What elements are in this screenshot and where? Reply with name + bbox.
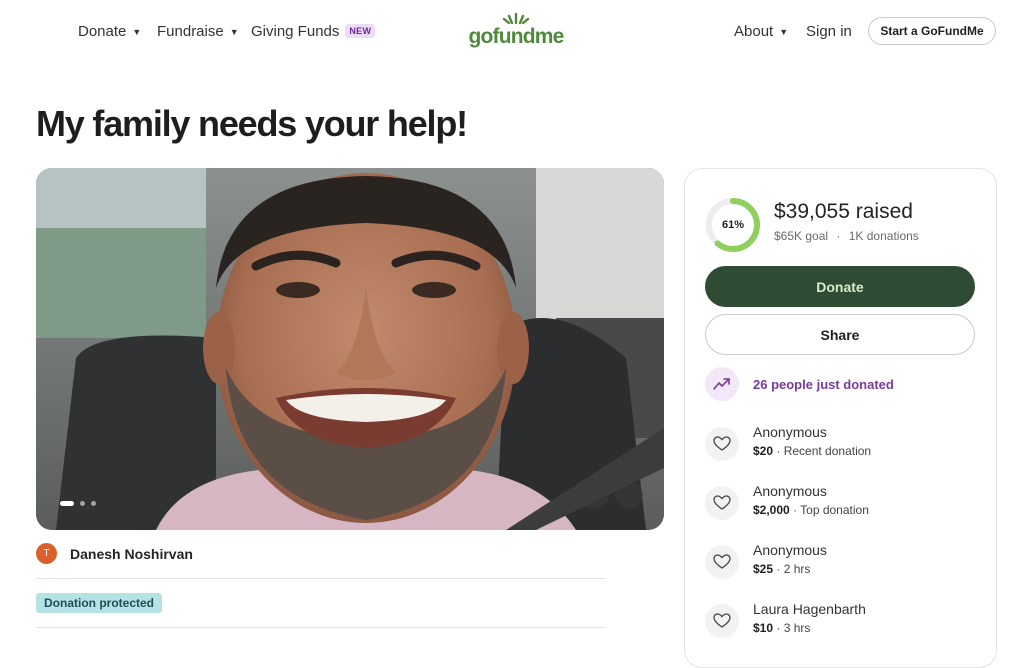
donation-count: 1K donations: [848, 229, 919, 243]
donation-list-item: Anonymous $2,000 · Top donation: [705, 482, 869, 520]
share-button[interactable]: Share: [705, 314, 975, 355]
campaign-photo[interactable]: [36, 168, 664, 530]
nav-about-label: About: [734, 22, 774, 40]
divider: [36, 627, 606, 628]
heart-hand-icon: [705, 427, 739, 461]
nav-donate-label: Donate: [78, 22, 127, 40]
sign-in-label: Sign in: [806, 22, 852, 40]
chevron-down-icon: ▼: [229, 26, 239, 37]
progress-percent: 61%: [721, 219, 745, 231]
organizer-name: Danesh Noshirvan: [70, 545, 193, 562]
carousel-dot-active[interactable]: [60, 501, 74, 506]
separator: ·: [836, 229, 841, 243]
donor-name: Anonymous: [753, 483, 827, 499]
gofundme-logo[interactable]: gofundme: [468, 12, 564, 48]
donation-card: 61% $39,055 raised $65K goal · 1K donati…: [684, 168, 997, 668]
heart-hand-icon: [705, 545, 739, 579]
donation-note: · 3 hrs: [773, 621, 811, 635]
photo-of-man-in-car-icon: [36, 168, 664, 530]
carousel-dot[interactable]: [80, 501, 85, 506]
trending-up-icon: [705, 367, 739, 401]
organizer-row[interactable]: T Danesh Noshirvan: [36, 543, 193, 564]
heart-hand-icon: [705, 486, 739, 520]
site-header: Donate ▼ Fundraise ▼ Giving Funds NEW go…: [0, 0, 1024, 62]
carousel-dot[interactable]: [91, 501, 96, 506]
donation-amount: $10: [753, 621, 774, 635]
donation-meta: $20 · Recent donation: [753, 442, 871, 460]
donation-note: · 2 hrs: [773, 562, 811, 576]
start-gofundme-button[interactable]: Start a GoFundMe: [868, 17, 996, 45]
new-badge: NEW: [345, 24, 376, 38]
nav-fundraise[interactable]: Fundraise ▼: [157, 20, 239, 42]
heart-hand-icon: [705, 604, 739, 638]
donate-button[interactable]: Donate: [705, 266, 975, 307]
donation-list-item: Laura Hagenbarth $10 · 3 hrs: [705, 600, 866, 638]
chevron-down-icon: ▼: [779, 26, 789, 37]
avatar: T: [36, 543, 57, 564]
donation-protected-badge[interactable]: Donation protected: [36, 593, 162, 613]
donation-list-item: Anonymous $20 · Recent donation: [705, 423, 871, 461]
sprout-icon: [502, 12, 530, 24]
nav-about[interactable]: About ▼: [734, 20, 788, 42]
nav-fundraise-label: Fundraise: [157, 22, 224, 40]
nav-giving-funds-label: Giving Funds: [251, 22, 340, 40]
carousel-indicator[interactable]: [60, 501, 96, 506]
donation-amount: $2,000: [753, 503, 790, 517]
page-title: My family needs your help!: [36, 103, 468, 144]
sign-in-link[interactable]: Sign in: [806, 20, 852, 42]
donation-amount: $25: [753, 562, 774, 576]
donation-meta: $2,000 · Top donation: [753, 501, 869, 519]
trending-text: 26 people just donated: [753, 376, 894, 392]
donation-note: · Top donation: [789, 503, 869, 517]
divider: [36, 578, 606, 579]
donation-meta: $25 · 2 hrs: [753, 560, 827, 578]
donation-protected-label: Donation protected: [44, 596, 154, 610]
donation-list-item: Anonymous $25 · 2 hrs: [705, 541, 827, 579]
logo-text: gofundme: [468, 25, 564, 48]
donation-meta: $10 · 3 hrs: [753, 619, 866, 637]
carousel-previous-button[interactable]: [581, 481, 609, 509]
donation-note: · Recent donation: [773, 444, 872, 458]
goal-summary: $65K goal · 1K donations: [774, 229, 919, 243]
donor-name: Laura Hagenbarth: [753, 601, 866, 617]
nav-donate[interactable]: Donate ▼: [78, 20, 141, 42]
carousel-next-button[interactable]: [615, 481, 643, 509]
nav-giving-funds[interactable]: Giving Funds NEW: [251, 20, 376, 42]
donor-name: Anonymous: [753, 424, 827, 440]
goal-amount: $65K goal: [774, 229, 829, 243]
donor-name: Anonymous: [753, 542, 827, 558]
amount-raised: $39,055 raised: [774, 200, 913, 223]
chevron-down-icon: ▼: [132, 26, 142, 37]
recent-donations-trend: 26 people just donated: [705, 367, 894, 401]
donation-amount: $20: [753, 444, 774, 458]
